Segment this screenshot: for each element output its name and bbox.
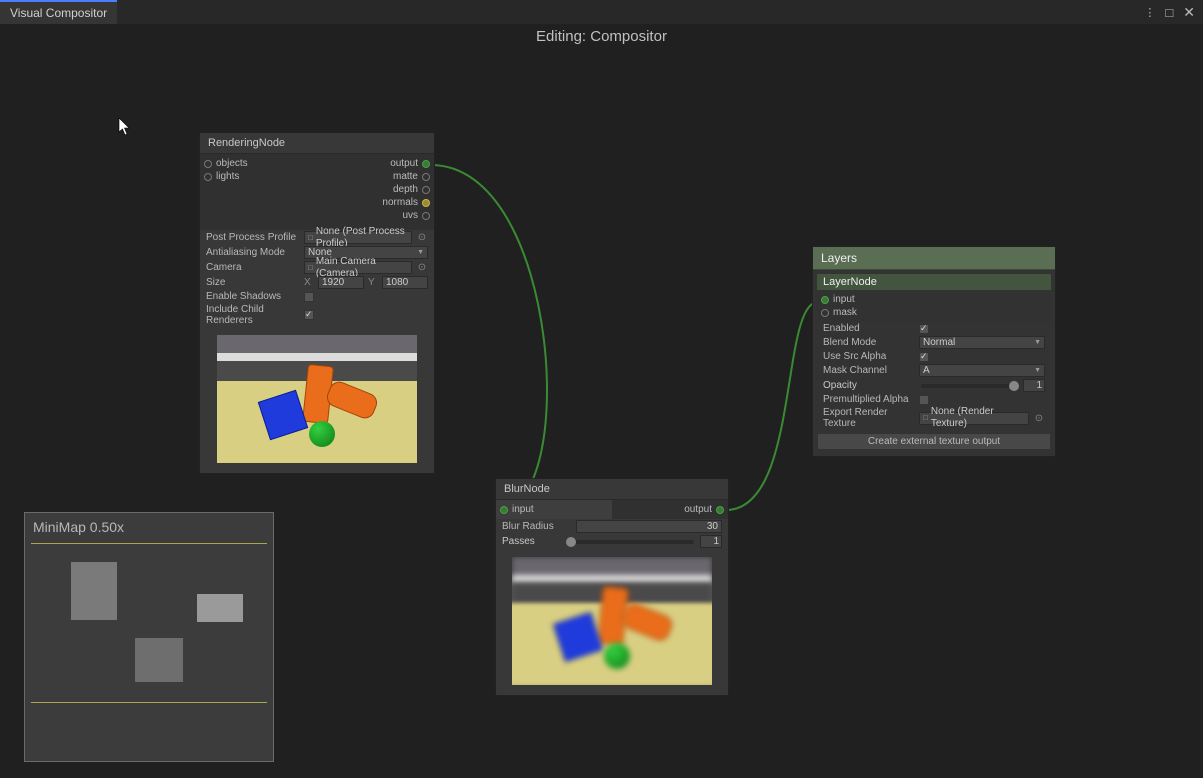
prop-blur-radius: Blur Radius 30 <box>496 519 728 534</box>
premult-checkbox[interactable] <box>919 395 929 405</box>
node-ports: input output <box>496 500 728 519</box>
port-lights[interactable]: lights <box>204 171 313 182</box>
blur-node[interactable]: BlurNode input output Blur Radius 30 Pas… <box>495 478 729 696</box>
port-mask[interactable]: mask <box>821 307 930 318</box>
port-depth[interactable]: depth <box>393 184 430 195</box>
rendering-node[interactable]: RenderingNode objects lights output matt… <box>199 132 435 474</box>
port-output[interactable]: output <box>684 504 724 515</box>
prop-post-process: Post Process Profile None (Post Process … <box>200 230 434 245</box>
window-controls: ⋮ □ ✕ <box>1144 4 1203 21</box>
minimap-node <box>71 562 117 620</box>
port-normals[interactable]: normals <box>382 197 430 208</box>
blur-preview <box>512 557 712 685</box>
opacity-value[interactable]: 1 <box>1023 379 1045 392</box>
object-picker-icon[interactable]: ⊙ <box>416 262 428 273</box>
layernode-header[interactable]: LayerNode <box>817 274 1051 290</box>
prop-child-renderers: Include Child Renderers <box>200 303 434 327</box>
port-uvs[interactable]: uvs <box>402 210 430 221</box>
minimap[interactable]: MiniMap 0.50x <box>24 512 274 762</box>
port-objects[interactable]: objects <box>204 158 313 169</box>
object-picker-icon[interactable]: ⊙ <box>1033 413 1045 424</box>
layers-section-header[interactable]: Layers <box>813 247 1055 270</box>
cursor-icon <box>118 118 132 136</box>
node-ports: objects lights output matte depth normal… <box>200 154 434 230</box>
prop-passes: Passes 1 <box>496 534 728 549</box>
port-input[interactable]: input <box>500 504 608 515</box>
prop-mask-channel: Mask Channel A <box>817 363 1051 378</box>
prop-blend-mode: Blend Mode Normal <box>817 335 1051 350</box>
rendering-preview <box>217 335 417 463</box>
port-input[interactable]: input <box>821 294 930 305</box>
create-external-texture-button[interactable]: Create external texture output <box>817 433 1051 450</box>
port-matte[interactable]: matte <box>393 171 430 182</box>
size-y-field[interactable]: 1080 <box>382 276 428 289</box>
maximize-icon[interactable]: □ <box>1165 5 1173 20</box>
prop-src-alpha: Use Src Alpha <box>817 350 1051 363</box>
export-rt-field[interactable]: None (Render Texture) <box>919 412 1029 425</box>
post-process-field[interactable]: None (Post Process Profile) <box>304 231 412 244</box>
passes-slider[interactable] <box>568 540 694 544</box>
minimap-node <box>135 638 183 682</box>
titlebar: Visual Compositor ⋮ □ ✕ <box>0 0 1203 24</box>
prop-opacity: Opacity 1 <box>817 378 1051 393</box>
object-picker-icon[interactable]: ⊙ <box>416 232 428 243</box>
enabled-checkbox[interactable] <box>919 324 929 334</box>
src-alpha-checkbox[interactable] <box>919 352 929 362</box>
graph-canvas[interactable]: RenderingNode objects lights output matt… <box>0 24 1203 778</box>
minimap-node <box>197 594 243 622</box>
shadows-checkbox[interactable] <box>304 292 314 302</box>
minimap-viewport[interactable] <box>31 543 267 703</box>
opacity-slider[interactable] <box>921 384 1017 388</box>
minimap-title: MiniMap 0.50x <box>25 513 273 541</box>
prop-enabled: Enabled <box>817 322 1051 335</box>
passes-value[interactable]: 1 <box>700 535 722 548</box>
tab-title: Visual Compositor <box>10 6 107 20</box>
prop-premult: Premultiplied Alpha <box>817 393 1051 406</box>
prop-export-rt: Export Render Texture None (Render Textu… <box>817 406 1051 430</box>
size-x-field[interactable]: 1920 <box>318 276 364 289</box>
prop-camera: Camera Main Camera (Camera) ⊙ <box>200 260 434 275</box>
blend-mode-dropdown[interactable]: Normal <box>919 336 1045 349</box>
port-output[interactable]: output <box>390 158 430 169</box>
node-header[interactable]: RenderingNode <box>200 133 434 154</box>
close-icon[interactable]: ✕ <box>1183 4 1195 21</box>
window-tab[interactable]: Visual Compositor <box>0 0 117 24</box>
camera-field[interactable]: Main Camera (Camera) <box>304 261 412 274</box>
prop-shadows: Enable Shadows <box>200 290 434 303</box>
mask-channel-dropdown[interactable]: A <box>919 364 1045 377</box>
blur-radius-field[interactable]: 30 <box>576 520 722 533</box>
child-renderers-checkbox[interactable] <box>304 310 314 320</box>
menu-icon[interactable]: ⋮ <box>1144 6 1155 19</box>
layers-node[interactable]: Layers LayerNode input mask Enabled Blen… <box>812 246 1056 457</box>
node-ports: input mask <box>817 290 1051 322</box>
node-header[interactable]: BlurNode <box>496 479 728 500</box>
